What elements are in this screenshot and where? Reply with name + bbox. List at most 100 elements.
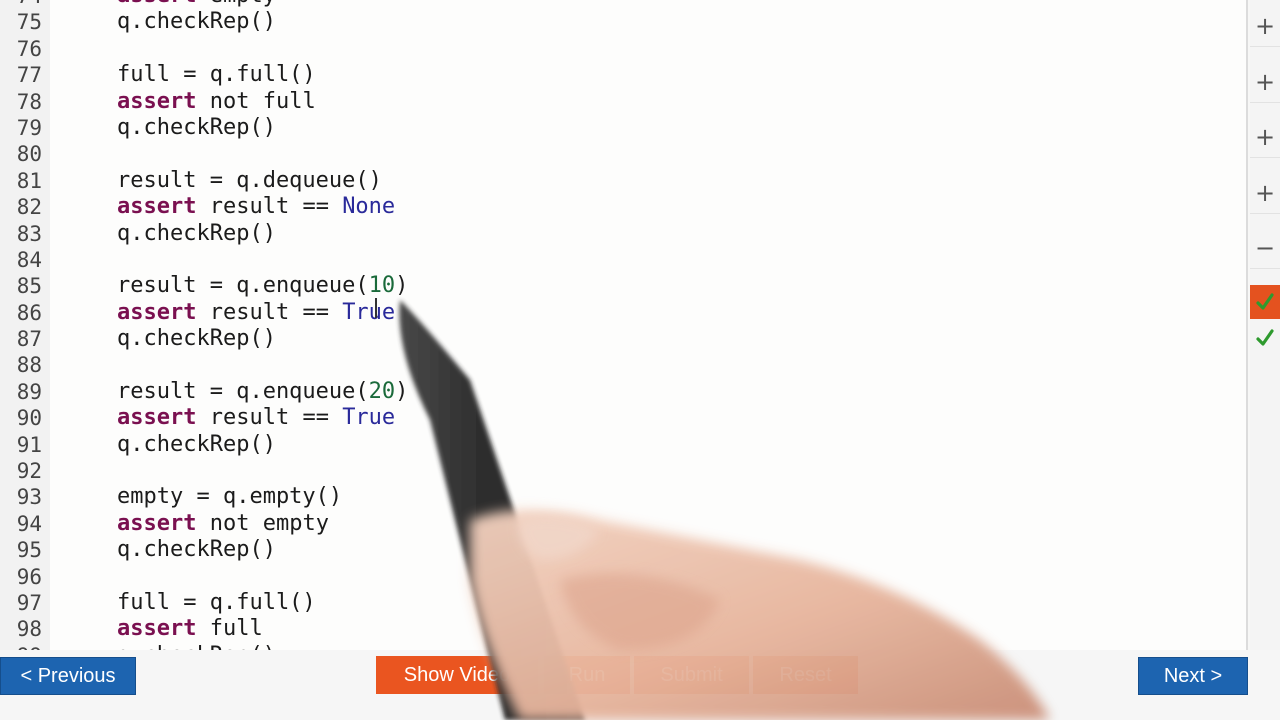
code-line[interactable]: 92 [0, 458, 1240, 484]
code-line[interactable]: 78 assert not full [0, 89, 1240, 115]
checkmark-glyph [1256, 293, 1274, 310]
code-token: result == [196, 299, 343, 325]
code-token: ) [395, 273, 409, 299]
code-line[interactable]: 85 result = q.enqueue(10) [0, 273, 1240, 299]
line-number: 82 [16, 195, 42, 220]
constant-token: None [342, 194, 396, 220]
line-number: 86 [16, 300, 42, 325]
line-number: 89 [16, 379, 42, 404]
code-token: result = q.dequeue() [117, 167, 382, 193]
line-number: 98 [16, 617, 42, 642]
code-line[interactable]: 90 assert result == True [0, 405, 1240, 431]
code-token: full [196, 616, 263, 642]
line-number: 76 [16, 36, 42, 61]
code-token: result == [196, 194, 343, 220]
code-token: q.checkRep() [117, 537, 276, 563]
code-line[interactable]: 83 q.checkRep() [0, 221, 1240, 247]
minus-icon[interactable]: − [1250, 228, 1280, 269]
keyword-token: assert [117, 405, 197, 431]
code-line[interactable]: 98 assert full [0, 616, 1240, 642]
line-number: 80 [16, 142, 42, 167]
next-button[interactable]: Next > [1138, 657, 1248, 695]
code-line[interactable]: 77 full = q.full() [0, 62, 1240, 88]
show-video-button[interactable]: Show Video [376, 656, 538, 694]
line-number: 74 [8, 0, 42, 9]
code-line[interactable]: 95 q.checkRep() [0, 537, 1240, 563]
code-line[interactable]: 76 [0, 36, 1240, 62]
code-token: q.checkRep() [117, 9, 276, 35]
line-number: 87 [16, 327, 42, 352]
code-line[interactable]: 86 assert result == True [0, 300, 1240, 326]
checkmark-icon[interactable] [1250, 285, 1280, 319]
code-area[interactable]: 74 assert empty 75 q.checkRep() 7677 full = q… [0, 0, 1240, 650]
code-line[interactable]: 81 result = q.dequeue() [0, 168, 1240, 194]
line-number: 90 [16, 406, 42, 431]
number-token: 20 [368, 378, 396, 404]
code-token: q.checkRep() [117, 326, 276, 352]
text-cursor [375, 298, 377, 318]
code-token: q.checkRep() [117, 431, 276, 457]
submit-button[interactable]: Submit [634, 656, 749, 694]
line-number: 81 [16, 168, 42, 193]
code-line[interactable]: 75 q.checkRep() [0, 9, 1240, 35]
checkmark-icon[interactable] [1250, 321, 1280, 355]
code-token: not full [196, 88, 316, 114]
side-rail: + + + + − [1250, 0, 1280, 650]
bottom-toolbar: < Previous Show Video Run Submit Reset N… [0, 650, 1280, 720]
code-token: q.checkRep() [117, 220, 276, 246]
code-token: full = q.full() [117, 62, 316, 88]
plus-icon[interactable]: + [1250, 117, 1280, 158]
line-text: q.checkRep() [117, 326, 276, 352]
keyword-token: assert [117, 0, 196, 8]
line-number: 88 [16, 353, 42, 378]
constant-token: True [342, 405, 396, 431]
code-line[interactable]: 97 full = q.full() [0, 590, 1240, 616]
code-line[interactable]: 88 [0, 352, 1240, 378]
line-text: q.checkRep() [117, 432, 276, 458]
code-line[interactable]: 80 [0, 141, 1240, 167]
line-text: q.checkRep() [117, 115, 276, 141]
line-text: result = q.enqueue(20) [117, 379, 408, 405]
line-text: assert result == None [117, 194, 395, 220]
plus-icon[interactable]: + [1250, 62, 1280, 103]
app-frame: 74 assert empty 75 q.checkRep() 7677 full = q… [0, 0, 1280, 720]
number-token: 10 [368, 273, 396, 299]
line-text: q.checkRep() [117, 537, 276, 563]
line-text: assert not empty [117, 511, 329, 537]
code-line[interactable]: 93 empty = q.empty() [0, 484, 1240, 510]
keyword-token: assert [117, 616, 197, 642]
checkmark-glyph [1256, 329, 1274, 346]
keyword-token: assert [117, 510, 197, 536]
line-number: 91 [16, 432, 42, 457]
code-token: result = q.enqueue( [117, 378, 369, 404]
code-line[interactable]: 74 assert empty [0, 0, 1240, 9]
reset-button[interactable]: Reset [753, 656, 858, 694]
line-text: result = q.enqueue(10) [117, 273, 408, 299]
code-token: q.checkRep() [117, 114, 276, 140]
line-number: 85 [16, 274, 42, 299]
code-token: full = q.full() [117, 589, 316, 615]
code-token: result = q.enqueue( [117, 273, 369, 299]
code-editor[interactable]: 74 assert empty 75 q.checkRep() 7677 full = q… [0, 0, 1248, 651]
previous-button[interactable]: < Previous [0, 657, 136, 695]
code-line[interactable]: 87 q.checkRep() [0, 326, 1240, 352]
code-line[interactable]: 94 assert not empty [0, 511, 1240, 537]
line-number: 84 [16, 247, 42, 272]
code-line[interactable]: 91 q.checkRep() [0, 432, 1240, 458]
code-line[interactable]: 89 result = q.enqueue(20) [0, 379, 1240, 405]
code-line[interactable]: 96 [0, 564, 1240, 590]
plus-icon[interactable]: + [1250, 173, 1280, 214]
plus-icon[interactable]: + [1250, 6, 1280, 47]
code-line[interactable]: 84 [0, 247, 1240, 273]
line-number: 94 [16, 511, 42, 536]
line-text: full = q.full() [117, 62, 316, 88]
code-line[interactable]: 79 q.checkRep() [0, 115, 1240, 141]
line-text: assert result == True [117, 405, 395, 431]
line-number: 77 [16, 63, 42, 88]
line-number: 97 [16, 590, 42, 615]
line-text: assert full [117, 616, 263, 642]
run-button[interactable]: Run [544, 656, 630, 694]
line-number: 78 [16, 89, 42, 114]
code-line[interactable]: 82 assert result == None [0, 194, 1240, 220]
line-number: 93 [16, 485, 42, 510]
